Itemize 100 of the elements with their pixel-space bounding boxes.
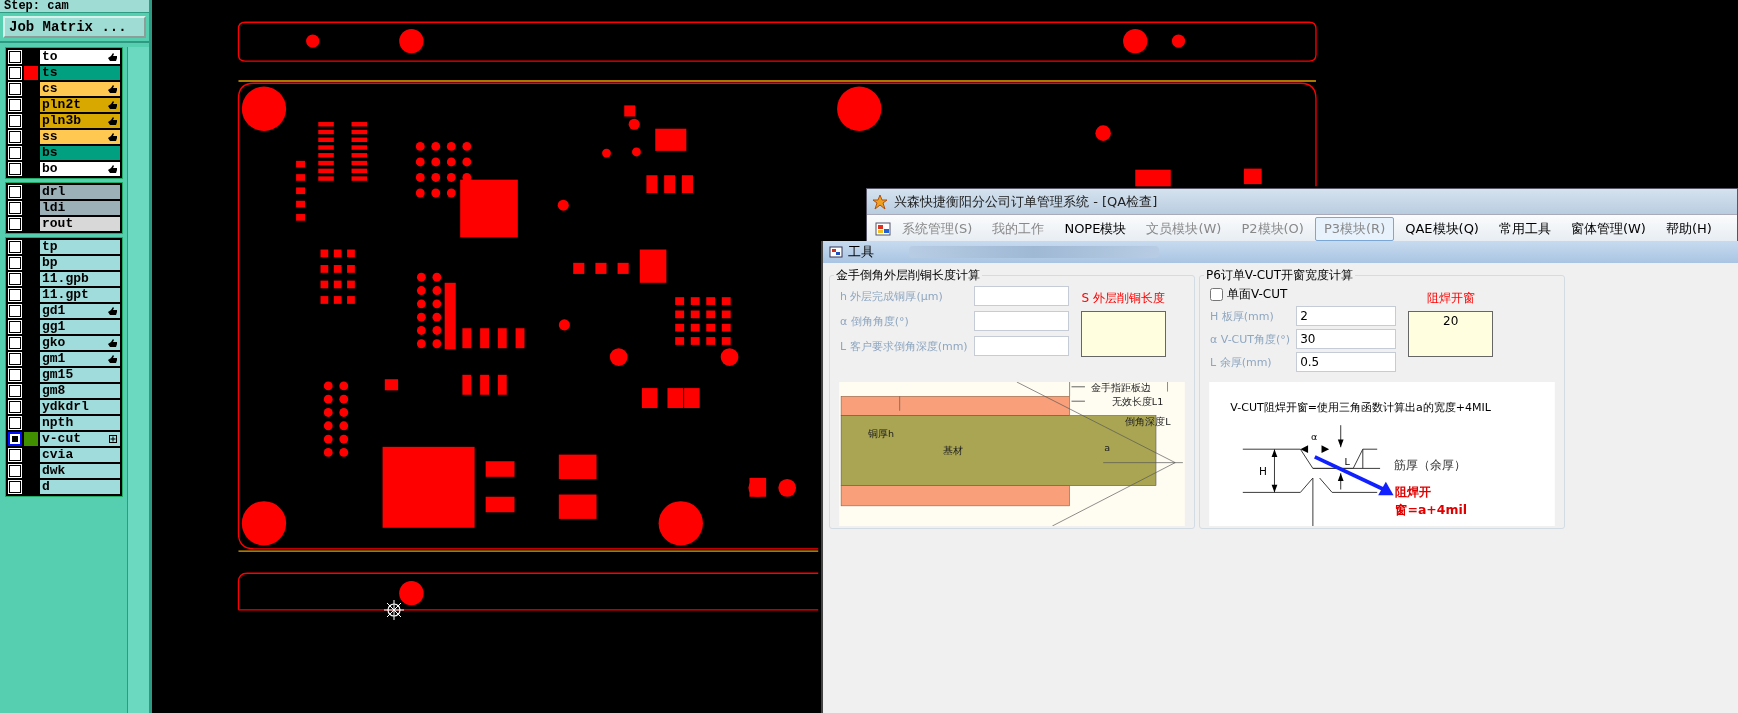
menu-item[interactable]: 帮助(H) [1656,216,1721,241]
formula-text: V-CUT阻焊开窗=使用三角函数计算出a的宽度+4MIL [1230,400,1491,414]
diagram-label: 无效长度L1 [1111,396,1164,408]
layer-row[interactable]: cs [40,82,120,96]
diagram-label: 筋厚（余厚） [1393,457,1466,473]
layer-name: gm15 [42,368,74,382]
layer-row[interactable]: v-cut [40,432,120,446]
layer-row[interactable]: ss [40,130,120,144]
smd-pad [462,374,472,395]
app-icon[interactable] [875,221,891,236]
smd-pad [684,388,700,409]
input-field[interactable] [973,311,1069,331]
round-pad [558,319,570,331]
round-pad [720,348,739,366]
layer-name: ldi [42,201,66,215]
input-field[interactable]: 2 [1296,306,1397,326]
diagram-label: 金手指距板边 [1090,382,1151,393]
window-title: 工具 [848,243,874,261]
diagram-label: L [1344,455,1350,467]
field-label: L 余厚(mm) [1210,354,1273,370]
field-label: α V-CUT角度(°) [1210,331,1291,347]
layer-row[interactable]: ydkdrl [40,400,120,414]
single-side-checkbox[interactable] [1210,288,1223,301]
smd-pad [318,176,334,181]
layer-row[interactable]: 11.gpt [40,288,120,302]
layer-row[interactable]: ts [40,66,120,80]
smd-pad [318,145,334,150]
layer-row[interactable]: npth [40,416,120,430]
menu-item[interactable]: QAE模块(Q) [1396,216,1488,241]
tooling-hole [399,28,424,54]
menu-item[interactable]: NOPE模块 [1055,216,1136,241]
layer-name: 11.gpt [42,288,89,302]
layer-name: gg1 [42,320,66,334]
diagram-label: 窗=a+4mil [1395,501,1467,517]
input-field[interactable] [973,336,1069,356]
layer-row[interactable]: gm15 [40,368,120,382]
layer-row[interactable]: bp [40,256,120,270]
layer-row[interactable]: bo [40,162,120,176]
input-field[interactable]: 30 [1296,329,1397,349]
diagram-label: H [1259,465,1268,478]
layer-row[interactable]: cvia [40,448,120,462]
layer-row[interactable]: tp [40,240,120,254]
smd-pad [642,388,658,409]
step-label: Step: cam [0,0,149,13]
layer-row[interactable]: pln3b [40,114,120,128]
layer-name: drl [42,185,66,199]
tooling-hole [1123,28,1148,54]
layer-row[interactable]: rout [40,217,120,231]
layer-checkbox[interactable] [8,432,22,446]
smd-pad [351,160,368,166]
diagram-label: 铜厚h [868,427,895,439]
layer-name: gm8 [42,384,66,398]
menu-item[interactable]: 常用工具 [1489,216,1560,241]
smd-pad [1243,168,1262,185]
layer-row[interactable]: gm1 [40,352,120,366]
result-field: 20 [1408,311,1494,357]
input-field[interactable]: 0.5 [1296,352,1397,372]
round-pad [609,348,628,366]
crosshair-icon [384,600,404,620]
layer-name: ss [42,130,58,144]
layer-row[interactable]: ldi [40,201,120,215]
smd-pad [318,160,334,166]
smd-pad [558,454,597,479]
layer-row[interactable]: to [40,50,120,64]
round-pad [628,118,640,130]
field-label: L 客户要求倒角深度(mm) [840,338,968,354]
mounting-hole [837,86,882,131]
layer-row[interactable]: dwk [40,464,120,478]
smd-pad [384,379,399,391]
smd-pad [1135,169,1171,187]
layer-name: rout [42,217,74,231]
layer-name: cs [42,82,58,96]
layer-row[interactable]: drl [40,185,120,199]
round-pad [557,199,569,211]
layer-row[interactable]: gg1 [40,320,120,334]
window-icon [829,245,843,259]
layer-row[interactable]: gm8 [40,384,120,398]
smd-pad [624,105,636,117]
job-matrix-button[interactable]: Job Matrix ... [3,16,146,38]
layer-name: bo [42,162,58,176]
smd-pad [351,137,368,142]
layer-name: dwk [42,464,66,478]
plus-box-icon[interactable] [109,435,117,443]
layer-row[interactable]: gko [40,336,120,350]
smd-pad [460,179,518,238]
input-field[interactable] [973,286,1069,306]
layer-row[interactable]: gd1 [40,304,120,318]
group-title: P6订单V-CUT开窗宽度计算 [1205,267,1355,284]
layer-row[interactable]: d [40,480,120,494]
smd-pad [667,388,683,409]
menu-item[interactable]: 窗体管理(W) [1561,216,1655,241]
round-pad [602,148,611,158]
layer-row[interactable]: pln2t [40,98,120,112]
smd-pad [318,168,334,174]
layer-row[interactable]: bs [40,146,120,160]
layer-name: gm1 [42,352,66,366]
smd-pad [462,328,472,349]
layer-row[interactable]: 11.gpb [40,272,120,286]
layer-name: ts [42,66,58,80]
layer-name: bp [42,256,58,270]
